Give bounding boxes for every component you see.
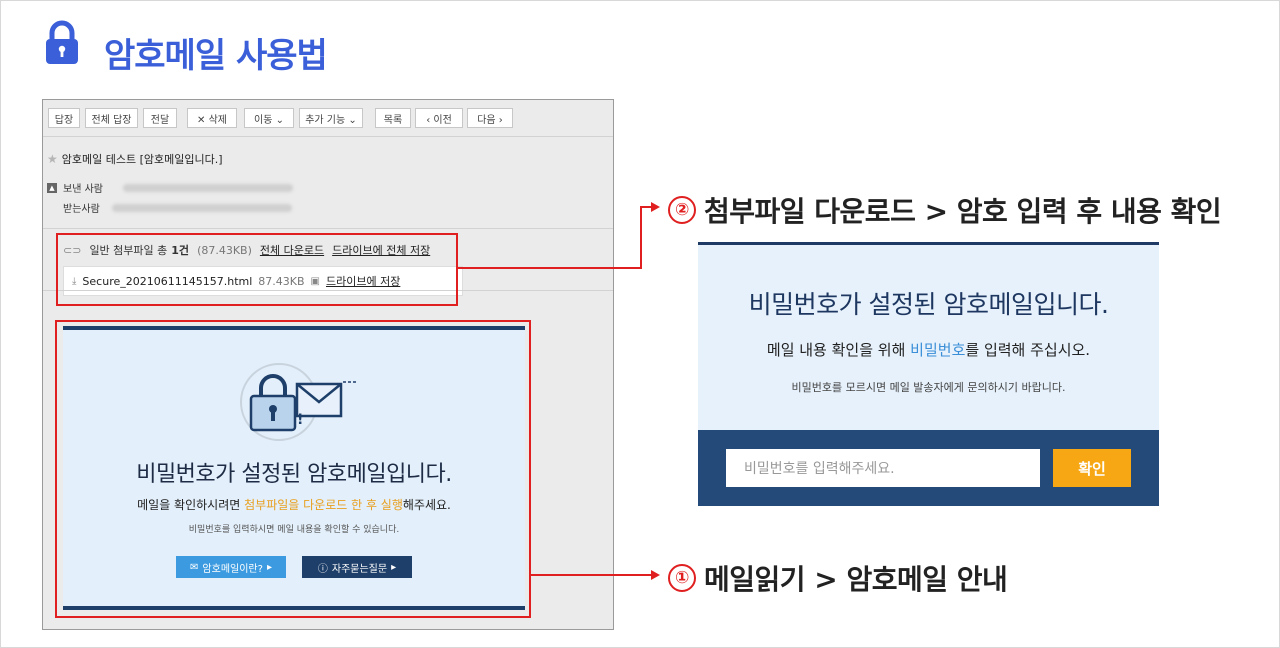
step1-callout: ① 메일읽기 > 암호메일 안내 (668, 558, 1008, 598)
collapse-icon[interactable]: ▲ (47, 182, 57, 193)
attachment-highlight-box (56, 233, 458, 306)
recipient-address-blurred (111, 203, 292, 212)
connector-line (458, 267, 642, 269)
to-label: 받는사람 (63, 204, 100, 215)
divider (43, 228, 613, 229)
sender-address-blurred (122, 183, 293, 192)
mail-toolbar: 답장 전체 답장 전달 ✕ 삭제 이동 ⌄ 추가 기능 ⌄ 목록 ‹ 이전 다음… (43, 100, 613, 136)
connector-line (640, 206, 642, 269)
to-row: 받는사람 (63, 200, 292, 215)
notice-highlight-box (55, 320, 531, 618)
from-row: ▲ 보낸 사람 (47, 180, 293, 195)
step2-text: 첨부파일 다운로드 > 암호 입력 후 내용 확인 (704, 195, 1222, 228)
password-instruction-text-end: 를 입력해 주십시오. (965, 341, 1091, 359)
password-input[interactable]: 비밀번호를 입력해주세요. (726, 449, 1040, 487)
from-label: 보낸 사람 (63, 184, 103, 195)
divider (43, 136, 613, 137)
list-button[interactable]: 목록 (375, 108, 411, 128)
arrow-right-icon (651, 570, 660, 580)
next-button[interactable]: 다음 › (467, 108, 513, 128)
password-instruction-highlight: 비밀번호 (910, 341, 966, 359)
mail-subject: 암호메일 테스트 [암호메일입니다.] (61, 153, 223, 166)
step1-number: ① (668, 564, 696, 592)
forward-button[interactable]: 전달 (143, 108, 177, 128)
reply-button[interactable]: 답장 (48, 108, 80, 128)
prev-button[interactable]: ‹ 이전 (415, 108, 463, 128)
move-button[interactable]: 이동 ⌄ (244, 108, 294, 128)
step2-callout: ② 첨부파일 다운로드 > 암호 입력 후 내용 확인 (668, 190, 1222, 230)
page-title: 암호메일 사용법 (104, 36, 328, 76)
more-functions-button[interactable]: 추가 기능 ⌄ (299, 108, 363, 128)
delete-button[interactable]: ✕ 삭제 (187, 108, 237, 128)
connector-line (531, 574, 651, 576)
step1-text: 메일읽기 > 암호메일 안내 (704, 563, 1008, 596)
password-prompt-panel: 비밀번호가 설정된 암호메일입니다. 메일 내용 확인을 위해 비밀번호를 입력… (698, 242, 1159, 506)
password-prompt-title: 비밀번호가 설정된 암호메일입니다. (748, 290, 1109, 319)
password-input-bar: 비밀번호를 입력해주세요. 확인 (698, 430, 1159, 506)
step2-number: ② (668, 196, 696, 224)
confirm-button[interactable]: 확인 (1053, 449, 1131, 487)
password-prompt-instruction: 메일 내용 확인을 위해 비밀번호를 입력해 주십시오. (698, 339, 1159, 360)
mail-subject-row: ★ 암호메일 테스트 [암호메일입니다.] (47, 151, 223, 167)
star-icon[interactable]: ★ (47, 152, 58, 166)
password-instruction-text: 메일 내용 확인을 위해 (766, 341, 911, 359)
lock-icon (46, 20, 78, 64)
reply-all-button[interactable]: 전체 답장 (85, 108, 138, 128)
arrow-right-icon (651, 202, 660, 212)
password-prompt-small-text: 비밀번호를 모르시면 메일 발송자에게 문의하시기 바랍니다. (791, 381, 1066, 394)
